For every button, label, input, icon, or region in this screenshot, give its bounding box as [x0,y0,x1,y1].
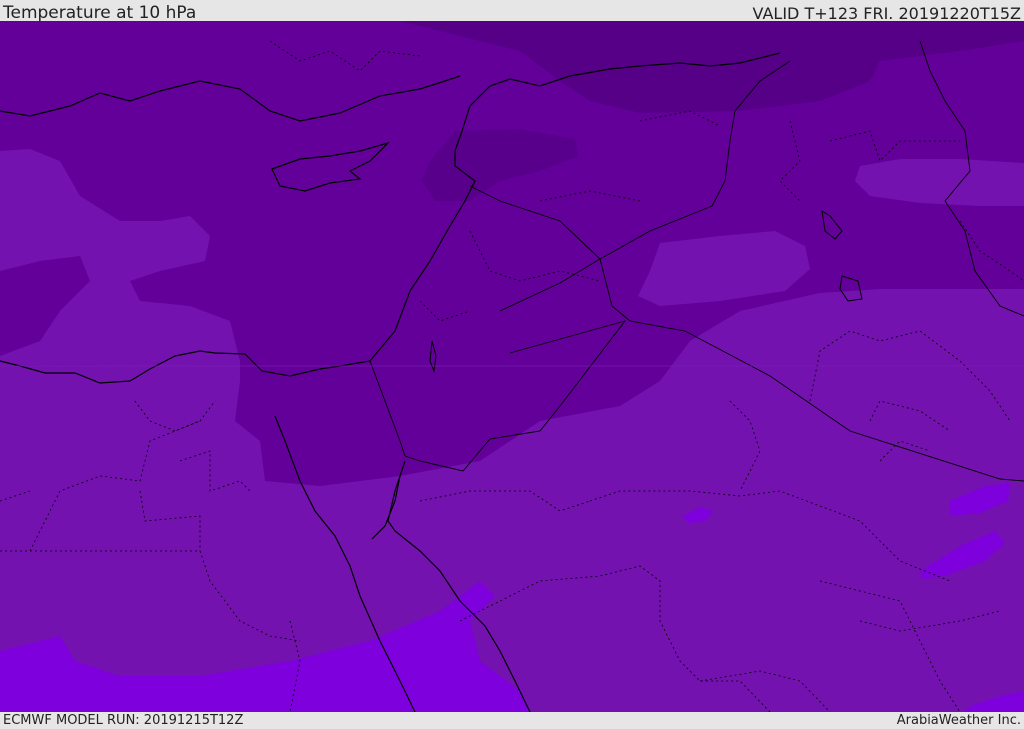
temperature-field-map [0,21,1024,712]
weather-map[interactable] [0,21,1024,712]
credit-label: ArabiaWeather Inc. [896,713,1021,728]
header-bar: Temperature at 10 hPa VALID T+123 FRI. 2… [0,0,1024,23]
model-run-label: ECMWF MODEL RUN: 20191215T12Z [3,713,244,728]
footer-bar: ECMWF MODEL RUN: 20191215T12Z ArabiaWeat… [0,712,1024,729]
map-title: Temperature at 10 hPa [3,3,197,23]
